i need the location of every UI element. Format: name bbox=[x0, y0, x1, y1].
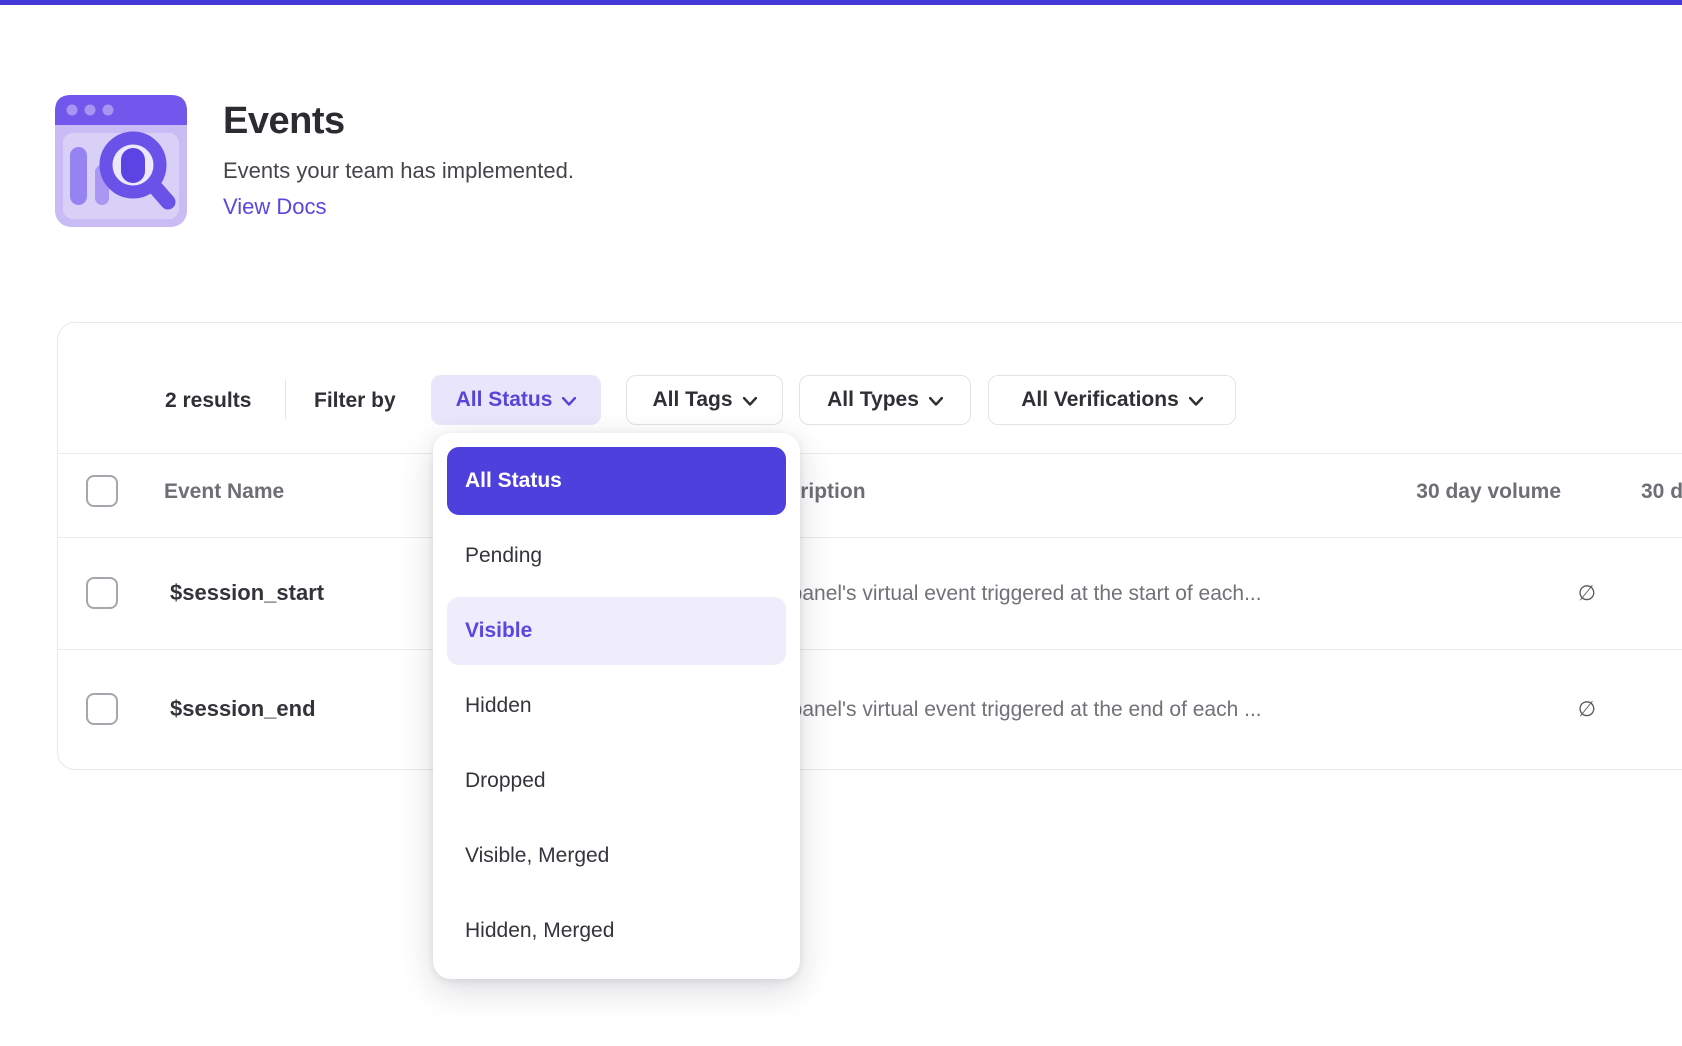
event-description-cell: Mixpanel's virtual event triggered at th… bbox=[758, 698, 1262, 722]
top-accent-bar bbox=[0, 0, 1682, 5]
select-all-checkbox[interactable] bbox=[86, 475, 118, 507]
column-header-event-name: Event Name bbox=[164, 480, 284, 504]
status-option-pending[interactable]: Pending bbox=[447, 522, 786, 590]
event-description-cell: Mixpanel's virtual event triggered at th… bbox=[758, 582, 1262, 606]
status-option-hidden[interactable]: Hidden bbox=[447, 672, 786, 740]
table-header-top-divider bbox=[58, 453, 1682, 454]
verifications-filter-label: All Verifications bbox=[1021, 388, 1179, 412]
page-subtitle: Events your team has implemented. bbox=[223, 158, 574, 184]
verifications-filter-button[interactable]: All Verifications bbox=[988, 375, 1236, 425]
event-30-day-volume-cell: ∅ bbox=[1296, 581, 1596, 606]
chevron-down-icon bbox=[743, 397, 757, 406]
status-filter-button[interactable]: All Status bbox=[431, 375, 601, 425]
status-filter-dropdown-menu: All Status Pending Visible Hidden Droppe… bbox=[433, 433, 800, 979]
chevron-down-icon bbox=[562, 397, 576, 406]
page-title: Events bbox=[223, 100, 345, 143]
results-count: 2 results bbox=[165, 389, 251, 413]
types-filter-button[interactable]: All Types bbox=[799, 375, 971, 425]
event-name-cell[interactable]: $session_end bbox=[170, 696, 316, 722]
column-header-30-day-volume: 30 day volume bbox=[1261, 480, 1561, 504]
status-option-dropped[interactable]: Dropped bbox=[447, 747, 786, 815]
toolbar-divider bbox=[285, 379, 286, 419]
event-name-cell[interactable]: $session_start bbox=[170, 580, 324, 606]
tags-filter-button[interactable]: All Tags bbox=[626, 375, 783, 425]
status-option-all-status[interactable]: All Status bbox=[447, 447, 786, 515]
view-docs-link[interactable]: View Docs bbox=[223, 194, 327, 220]
row-checkbox[interactable] bbox=[86, 577, 118, 609]
status-option-visible[interactable]: Visible bbox=[447, 597, 786, 665]
row-checkbox[interactable] bbox=[86, 693, 118, 725]
chevron-down-icon bbox=[929, 397, 943, 406]
types-filter-label: All Types bbox=[827, 388, 919, 412]
event-30-day-volume-cell: ∅ bbox=[1296, 697, 1596, 722]
events-table-card: 2 results Filter by All Status All Tags … bbox=[57, 322, 1682, 770]
status-filter-label: All Status bbox=[456, 388, 553, 412]
column-header-30-day-users: 30 day users bbox=[1641, 480, 1682, 504]
tags-filter-label: All Tags bbox=[652, 388, 732, 412]
row-divider bbox=[58, 649, 1682, 650]
status-option-hidden-merged[interactable]: Hidden, Merged bbox=[447, 897, 786, 965]
chevron-down-icon bbox=[1189, 397, 1203, 406]
filter-by-label: Filter by bbox=[314, 389, 396, 413]
events-analytics-icon bbox=[55, 95, 187, 227]
table-header-bottom-divider bbox=[58, 537, 1682, 538]
status-option-visible-merged[interactable]: Visible, Merged bbox=[447, 822, 786, 890]
